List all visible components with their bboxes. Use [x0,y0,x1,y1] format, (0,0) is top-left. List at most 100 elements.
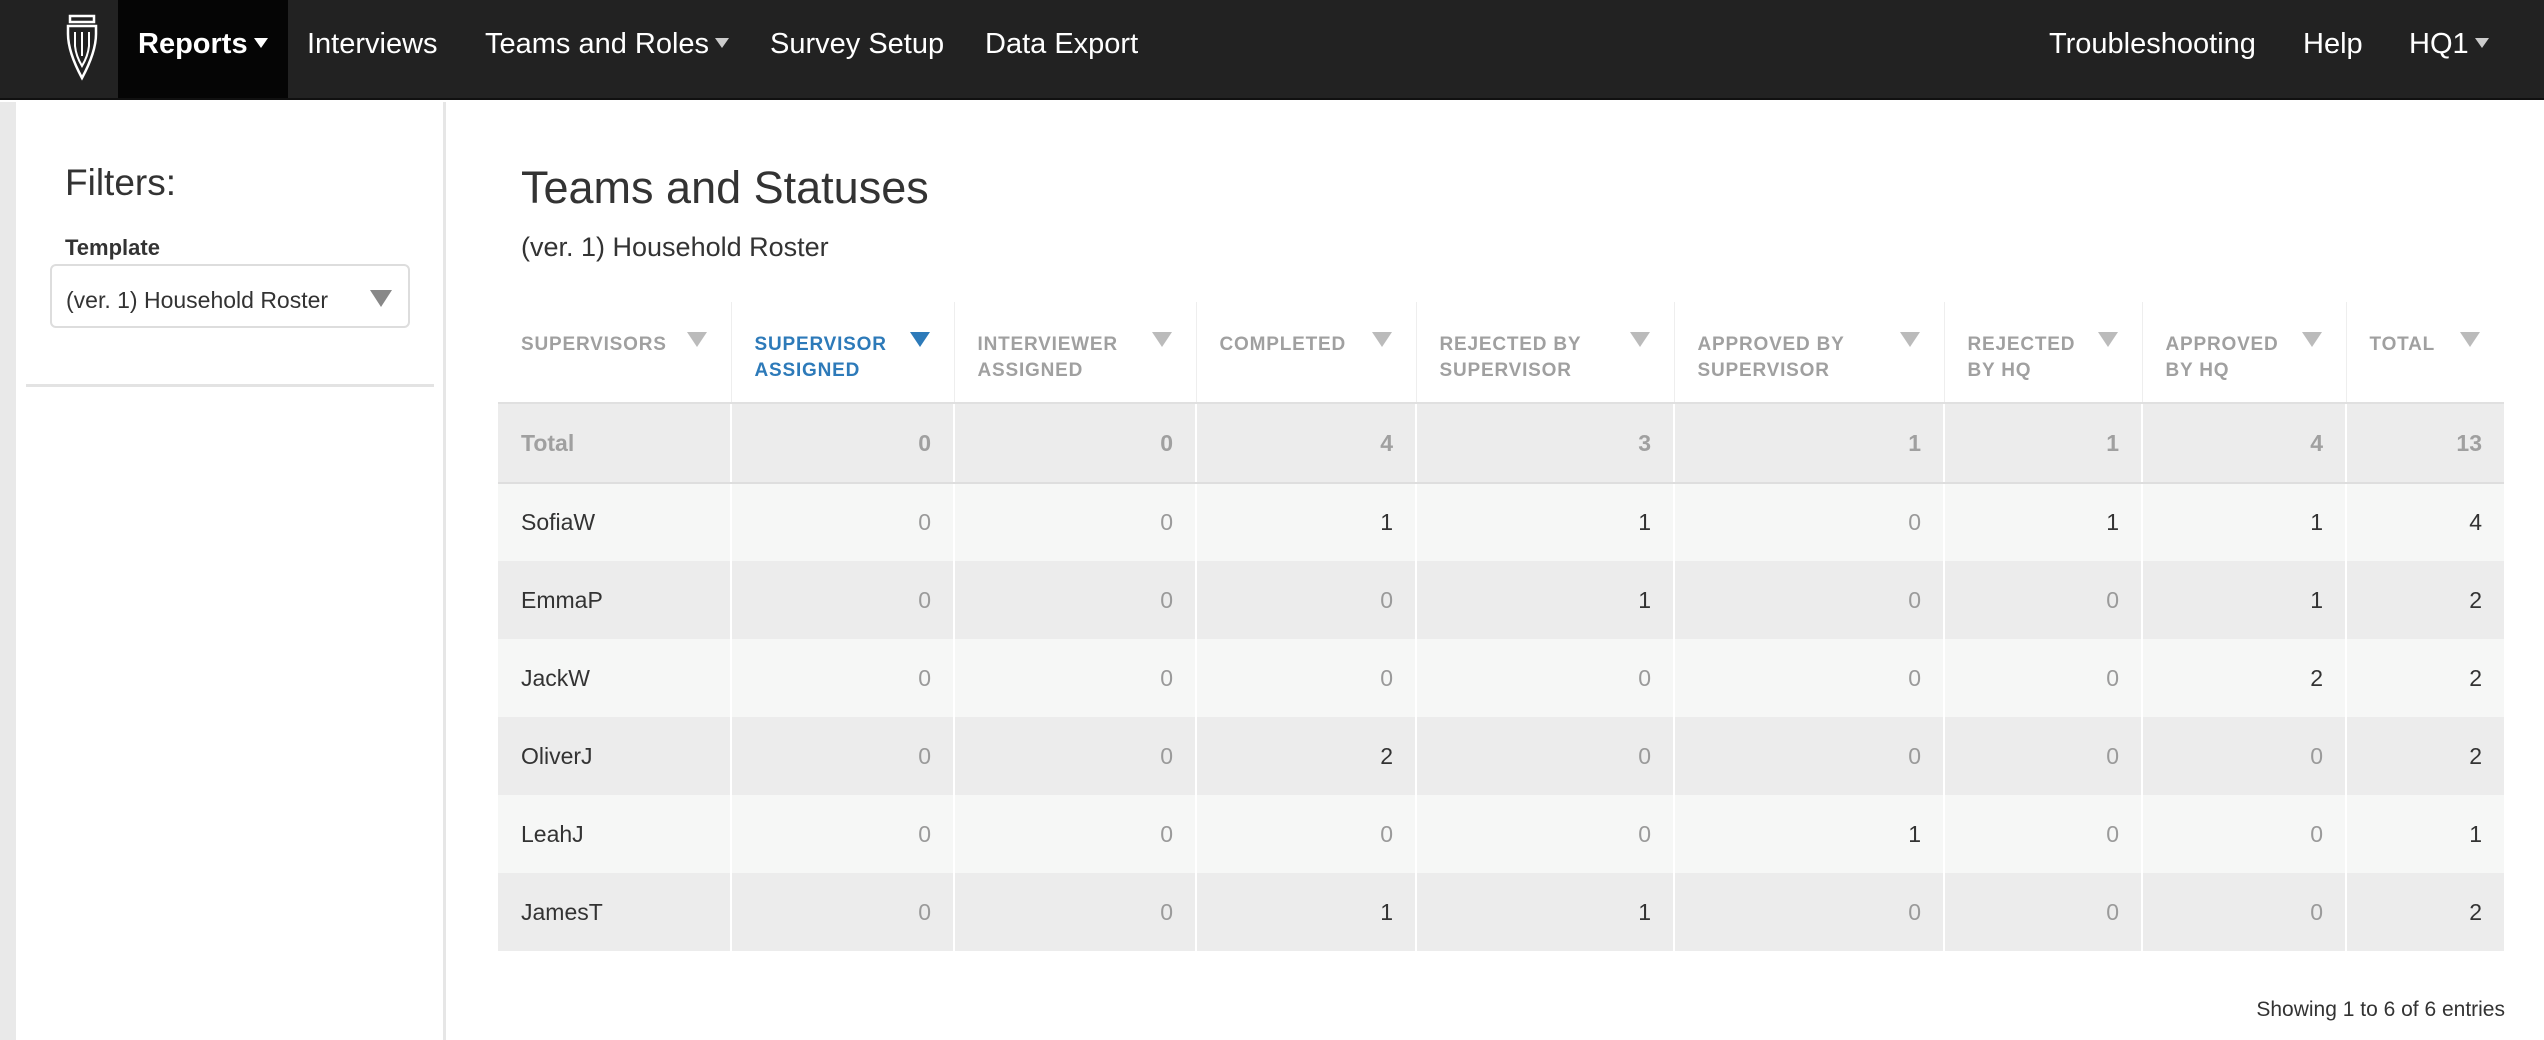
table-cell: 0 [1944,717,2143,795]
table-cell: 0 [731,483,955,561]
table-cell: 0 [1674,561,1945,639]
nav-interviews[interactable]: Interviews [307,0,438,98]
nav-teams-and-roles-label: Teams and Roles [485,28,710,60]
table-row: JamesT 0 0 1 1 0 0 0 2 [498,873,2504,951]
supervisor-name-cell[interactable]: EmmaP [498,561,732,639]
page-subtitle: (ver. 1) Household Roster [521,232,829,262]
table-cell: 0 [1944,639,2143,717]
table-cell: 1 [2346,795,2504,873]
column-header-supervisors[interactable]: SUPERVISORS [498,302,732,404]
column-header-rejected-by-hq[interactable]: REJECTED BY HQ [1944,302,2143,404]
table-cell: 2 [2346,873,2504,951]
table-cell: 0 [731,639,955,717]
table-cell: 0 [731,717,955,795]
table-cell: Total [498,403,732,484]
template-select[interactable]: (ver. 1) Household Roster [50,264,410,328]
table-cell: 1 [1196,873,1417,951]
nav-user-label: HQ1 [2409,28,2469,60]
column-header-label: COMPLETED [1219,334,1346,355]
column-header-label: REJECTED BY HQ [1967,334,2076,381]
table-cell: 0 [1944,795,2143,873]
table-header-row: SUPERVISORS SUPERVISOR ASSIGNED INTERVIE… [498,302,2504,404]
app-logo-icon[interactable] [62,12,102,82]
column-header-label: APPROVED BY HQ [2165,334,2279,381]
nav-help[interactable]: Help [2303,0,2363,98]
sort-arrow-icon [2301,332,2322,347]
table-cell: 1 [1944,403,2143,484]
table-cell: 1 [1674,403,1945,484]
table-cell: 0 [1416,639,1675,717]
supervisor-name-cell[interactable]: JackW [498,639,732,717]
table-cell: 0 [1944,873,2143,951]
filters-title: Filters: [65,162,176,203]
nav-troubleshooting-label: Troubleshooting [2049,28,2256,60]
nav-user-menu[interactable]: HQ1 [2409,0,2489,98]
table-cell: 0 [2142,717,2347,795]
top-navbar: Reports Interviews Teams and Roles Surve… [0,0,2544,100]
sort-arrow-icon [1629,332,1650,347]
table-cell: 1 [1944,483,2143,561]
nav-help-label: Help [2303,28,2363,60]
column-header-label: REJECTED BY SUPERVISOR [1439,334,1581,381]
chevron-down-icon [715,38,730,49]
nav-data-export-label: Data Export [985,28,1139,60]
nav-interviews-label: Interviews [307,28,438,60]
table-cell: 2 [2142,639,2347,717]
nav-troubleshooting[interactable]: Troubleshooting [2049,0,2256,98]
table-cell: 0 [731,873,955,951]
column-header-label: INTERVIEWER ASSIGNED [977,334,1118,381]
table-cell: 0 [954,561,1197,639]
column-header-label: APPROVED BY SUPERVISOR [1697,334,1845,381]
column-header-rejected-by-supervisor[interactable]: REJECTED BY SUPERVISOR [1416,302,1675,404]
column-header-approved-by-supervisor[interactable]: APPROVED BY SUPERVISOR [1674,302,1945,404]
sort-arrow-icon [1151,332,1172,347]
chevron-down-icon [253,38,268,49]
sort-arrow-icon [2460,332,2480,347]
table-cell: 0 [2142,795,2347,873]
nav-teams-and-roles-menu[interactable]: Teams and Roles [485,0,730,98]
table-cell: 0 [2142,873,2347,951]
nav-reports-menu[interactable]: Reports [118,0,288,98]
table-cell: 1 [1674,795,1945,873]
table-cell: 4 [1196,403,1417,484]
column-header-approved-by-hq[interactable]: APPROVED BY HQ [2142,302,2347,404]
column-header-label: SUPERVISORS [521,334,667,355]
supervisor-name-cell[interactable]: SofiaW [498,483,732,561]
table-cell: 0 [1944,561,2143,639]
supervisor-name-cell[interactable]: LeahJ [498,795,732,873]
table-row: LeahJ 0 0 0 0 1 0 0 1 [498,795,2504,873]
table-row: JackW 0 0 0 0 0 0 2 2 [498,639,2504,717]
column-header-label: TOTAL [2369,334,2436,355]
nav-data-export[interactable]: Data Export [985,0,1138,98]
table-cell: 4 [2142,403,2347,484]
table-cell: 0 [954,717,1197,795]
column-header-completed[interactable]: COMPLETED [1196,302,1417,404]
sort-arrow-icon [686,332,707,347]
filters-sidebar: Filters: Template (ver. 1) Household Ros… [16,102,446,1040]
table-cell: 1 [2142,483,2347,561]
table-cell: 1 [1196,483,1417,561]
supervisor-name-cell[interactable]: JamesT [498,873,732,951]
column-header-supervisor-assigned[interactable]: SUPERVISOR ASSIGNED [731,302,955,404]
entries-info: Showing 1 to 6 of 6 entries [2256,998,2505,1021]
table-cell: 2 [2346,639,2504,717]
table-cell: 0 [1674,873,1945,951]
table-row: EmmaP 0 0 0 1 0 0 1 2 [498,561,2504,639]
table-cell: 0 [731,561,955,639]
table-cell: 0 [954,639,1197,717]
column-header-total[interactable]: TOTAL [2346,302,2504,404]
table-cell: 0 [1674,483,1945,561]
table-cell: 0 [731,403,955,484]
table-cell: 0 [731,795,955,873]
supervisor-name-cell[interactable]: OliverJ [498,717,732,795]
column-header-label: SUPERVISOR ASSIGNED [754,334,887,381]
sidebar-divider [26,384,434,387]
column-header-interviewer-assigned[interactable]: INTERVIEWER ASSIGNED [954,302,1197,404]
template-label: Template [65,235,160,260]
left-edge-strip [0,102,16,1040]
table-cell: 0 [1196,639,1417,717]
table-cell: 0 [1674,639,1945,717]
nav-survey-setup[interactable]: Survey Setup [770,0,944,98]
sort-arrow-icon [1371,332,1392,347]
main-content: Teams and Statuses (ver. 1) Household Ro… [449,102,2544,1040]
